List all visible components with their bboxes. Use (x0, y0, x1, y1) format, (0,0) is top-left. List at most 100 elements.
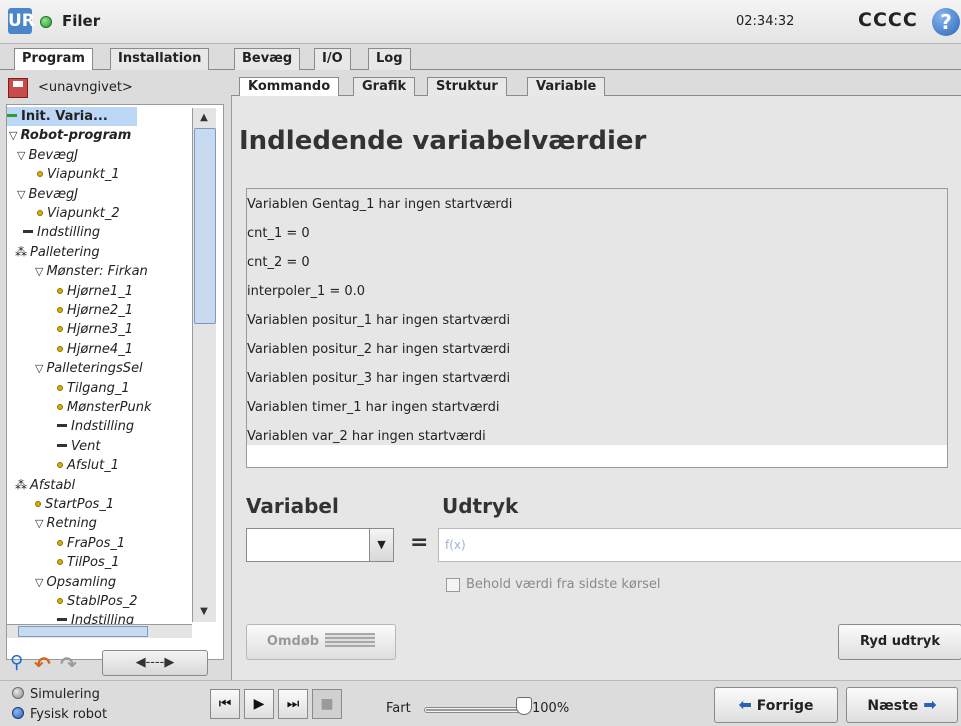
tree-node[interactable]: Indstilling (23, 223, 100, 242)
redo-icon[interactable]: ↷ (60, 652, 82, 676)
speed-slider[interactable] (424, 707, 524, 713)
tree-node-label: FraPos_1 (67, 535, 126, 551)
tree-node[interactable]: ▽ PalleteringsSel (35, 359, 143, 378)
clear-expression-button[interactable]: Ryd udtryk (838, 624, 961, 660)
tree-node-label: Afstabl (30, 477, 76, 493)
simulation-mode-option[interactable]: Simulering (12, 687, 100, 702)
help-icon[interactable]: ? (932, 8, 960, 36)
variable-list-empty-row[interactable] (247, 445, 947, 467)
tree-hscroll-thumb[interactable] (18, 626, 148, 637)
stop-button[interactable]: ■ (312, 689, 342, 719)
variable-list-item[interactable]: Variablen positur_1 har ingen startværdi (247, 313, 510, 328)
tree-node[interactable]: ▽ Opsamling (35, 573, 116, 592)
waypoint-icon (57, 384, 63, 391)
scroll-down-icon[interactable]: ▼ (193, 602, 215, 622)
keep-value-checkbox[interactable] (446, 578, 460, 592)
tree-node-label: Hjørne2_1 (67, 303, 133, 318)
tree-node[interactable]: ▽ Mønster: Firkan (35, 262, 148, 281)
undo-icon[interactable]: ↶ (34, 652, 56, 676)
tree-node[interactable]: ⁂ Afstabl (15, 476, 75, 495)
tab-installation[interactable]: Installation (110, 48, 210, 70)
arrow-right-icon: ➡ (923, 695, 937, 714)
tree-node[interactable]: TilPos_1 (57, 553, 120, 572)
scroll-up-icon[interactable]: ▲ (193, 108, 215, 128)
command-panel: Indledende variabelværdier Variablen Gen… (231, 96, 961, 680)
tree-node[interactable]: ▽ Retning (35, 514, 97, 533)
tab-io[interactable]: I/O (314, 48, 351, 70)
variable-list-item[interactable]: Variablen positur_3 har ingen startværdi (247, 371, 510, 386)
expand-triangle-icon: ▽ (35, 265, 44, 279)
robot-status-icon (40, 16, 52, 28)
program-filename: <unavngivet> (38, 80, 133, 95)
tree-node-label: Indstilling (71, 419, 135, 435)
tree-node[interactable]: ▽ BevægJ (17, 146, 78, 165)
tab-graphics[interactable]: Grafik (353, 77, 416, 97)
search-icon[interactable]: ⚲ (10, 652, 28, 674)
tab-log[interactable]: Log (368, 48, 411, 70)
tree-node[interactable]: Hjørne3_1 (57, 320, 133, 339)
next-button[interactable]: Næste ➡ (846, 687, 958, 723)
pallet-icon: ⁂ (15, 244, 27, 259)
tree-node[interactable]: Hjørne2_1 (57, 301, 133, 320)
waypoint-icon (57, 307, 63, 313)
variable-list-item[interactable]: cnt_2 = 0 (247, 255, 310, 270)
tree-node-label: PalleteringsSel (46, 361, 143, 377)
tree-node[interactable]: ▽ Robot-program (9, 126, 131, 145)
keep-value-label: Behold værdi fra sidste kørsel (466, 577, 661, 592)
variable-select[interactable]: ▼ (246, 528, 394, 562)
rename-label: Omdøb (266, 634, 320, 649)
simulation-radio-icon[interactable] (12, 687, 24, 699)
tab-command[interactable]: Kommando (239, 77, 340, 98)
main-tabs: Program Installation Bevæg I/O Log (0, 44, 961, 71)
variable-list-item[interactable]: Variablen var_2 har ingen startværdi (247, 429, 486, 444)
tree-node[interactable]: Viapunkt_1 (37, 165, 120, 184)
tab-move[interactable]: Bevæg (234, 48, 301, 70)
ur-logo-icon[interactable]: UR (8, 8, 35, 34)
variable-list[interactable]: Variablen Gentag_1 har ingen startværdi c… (246, 188, 948, 468)
tree-node[interactable]: ⁂ Palletering (15, 243, 100, 262)
tab-structure[interactable]: Struktur (427, 77, 507, 97)
step-button[interactable]: ⏭ (278, 689, 308, 719)
tree-node[interactable]: Afslut_1 (57, 456, 119, 475)
speed-slider-handle[interactable] (516, 697, 532, 715)
tree-scroll-thumb[interactable] (194, 128, 216, 324)
tree-node[interactable]: StartPos_1 (35, 495, 114, 514)
tree-node[interactable]: Tilgang_1 (57, 379, 130, 398)
expand-triangle-icon: ▽ (35, 362, 44, 376)
variable-list-item[interactable]: interpoler_1 = 0.0 (247, 284, 365, 299)
tree-node-label: BevægJ (28, 147, 79, 163)
tree-node[interactable]: FraPos_1 (57, 534, 125, 553)
tree-node[interactable]: Init. Varia... (7, 107, 137, 126)
tree-node[interactable]: Hjørne1_1 (57, 282, 133, 301)
tree-node[interactable]: StablPos_2 (57, 592, 138, 611)
app-title[interactable]: Filer (62, 12, 100, 30)
rename-button[interactable]: Omdøb (246, 624, 396, 660)
tree-node-label: Viapunkt_2 (47, 206, 120, 221)
expression-input[interactable]: f(x) (438, 528, 961, 562)
previous-button[interactable]: ⬅ Forrige (714, 687, 838, 723)
chevron-down-icon[interactable]: ▼ (369, 529, 393, 561)
tab-program[interactable]: Program (14, 48, 93, 71)
tree-node[interactable]: Viapunkt_2 (37, 204, 120, 223)
physical-radio-icon[interactable] (12, 707, 24, 719)
skip-back-button[interactable]: ⏮ (210, 689, 240, 719)
tree-node[interactable]: Hjørne4_1 (57, 340, 133, 359)
tab-variables[interactable]: Variable (527, 77, 606, 97)
variable-list-item[interactable]: cnt_1 = 0 (247, 226, 310, 241)
save-icon[interactable] (8, 78, 28, 98)
waypoint-icon (37, 171, 43, 178)
tree-node[interactable]: ▽ BevægJ (17, 185, 78, 204)
variable-list-item[interactable]: Variablen positur_2 har ingen startværdi (247, 342, 510, 357)
variable-list-item[interactable]: Variablen timer_1 har ingen startværdi (247, 400, 500, 415)
tree-node-label: MønsterPunk (67, 400, 152, 415)
tree-node[interactable]: Vent (57, 437, 100, 456)
variable-list-item[interactable]: Variablen Gentag_1 har ingen startværdi (247, 197, 512, 212)
play-button[interactable]: ▶ (244, 689, 274, 719)
tree-node[interactable]: MønsterPunk (57, 398, 151, 417)
move-node-button[interactable]: ◀----▶ (102, 650, 208, 676)
tree-node-label: Robot-program (20, 128, 132, 144)
tree-node-label: Hjørne4_1 (67, 341, 133, 357)
previous-label: Forrige (756, 698, 814, 714)
tree-node[interactable]: Indstilling (57, 417, 134, 436)
physical-robot-option[interactable]: Fysisk robot (12, 707, 107, 722)
